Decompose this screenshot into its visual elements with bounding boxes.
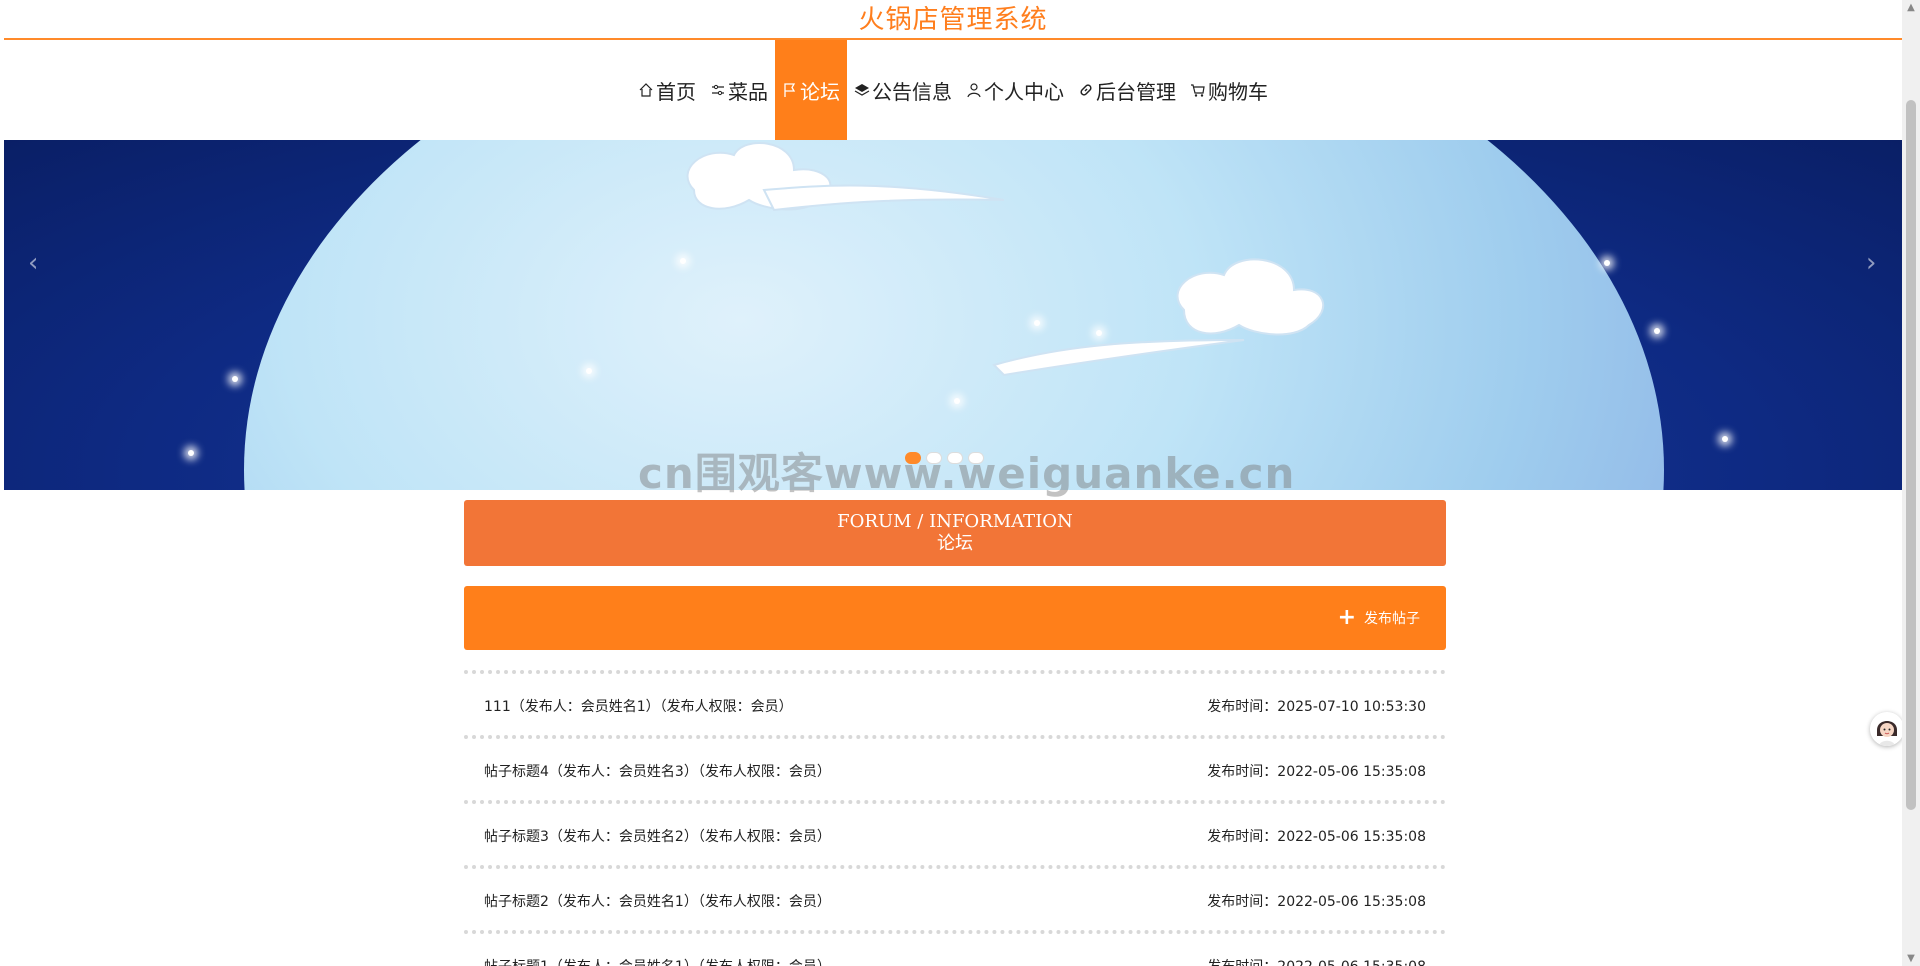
post-title[interactable]: 帖子标题1（发布人：会员姓名1）（发布人权限：会员）	[484, 956, 831, 966]
publish-post-button[interactable]: + 发布帖子	[1337, 605, 1420, 630]
main-nav: 首页 菜品 论坛 公告信息 个人中心 后台管理 购物车	[4, 40, 1902, 140]
link-icon	[1078, 82, 1094, 98]
star-decoration	[1096, 330, 1102, 336]
post-time: 发布时间：2025-07-10 10:53:30	[1207, 699, 1426, 715]
carousel-next-arrow[interactable]: ›	[1866, 248, 1876, 278]
nav-item-label: 论坛	[800, 79, 840, 104]
post-title[interactable]: 帖子标题4（发布人：会员姓名3）（发布人权限：会员）	[484, 761, 831, 781]
nav-item-admin[interactable]: 后台管理	[1071, 40, 1183, 140]
list-item[interactable]: 帖子标题4（发布人：会员姓名3）（发布人权限：会员） 发布时间：2022-05-…	[464, 735, 1446, 800]
nav-item-cart[interactable]: 购物车	[1183, 40, 1275, 140]
avatar-face-icon	[1870, 712, 1902, 746]
nav-item-label: 公告信息	[872, 79, 952, 104]
star-decoration	[232, 376, 238, 382]
user-icon	[966, 82, 982, 98]
post-title[interactable]: 帖子标题3（发布人：会员姓名2）（发布人权限：会员）	[484, 826, 831, 846]
action-bar: + 发布帖子	[464, 586, 1446, 650]
plus-icon: +	[1337, 605, 1356, 630]
section-title-en: FORUM / INFORMATION	[837, 511, 1073, 532]
nav-item-label: 购物车	[1208, 79, 1268, 104]
scroll-up-icon[interactable]: ▲	[1906, 2, 1916, 13]
nav-item-label: 后台管理	[1096, 79, 1176, 104]
list-item[interactable]: 帖子标题1（发布人：会员姓名1）（发布人权限：会员） 发布时间：2022-05-…	[464, 930, 1446, 966]
scroll-down-icon[interactable]: ▼	[1906, 953, 1916, 964]
cloud-decoration	[686, 142, 1325, 377]
page: 火锅店管理系统 首页 菜品 论坛 公告信息 个人中心 后台管理 购物车 ‹ › …	[0, 0, 1920, 966]
cart-icon	[1190, 82, 1206, 98]
post-title[interactable]: 帖子标题2（发布人：会员姓名1）（发布人权限：会员）	[484, 891, 831, 911]
nav-item-label: 个人中心	[984, 79, 1064, 104]
nav-item-label: 首页	[656, 79, 696, 104]
nav-item-forum[interactable]: 论坛	[775, 40, 847, 140]
post-time: 发布时间：2022-05-06 15:35:08	[1207, 894, 1426, 910]
list-item[interactable]: 111（发布人：会员姓名1）（发布人权限：会员） 发布时间：2025-07-10…	[464, 670, 1446, 735]
post-time: 发布时间：2022-05-06 15:35:08	[1207, 764, 1426, 780]
section-title-cn: 论坛	[937, 533, 973, 554]
banner-carousel: ‹ ›	[4, 140, 1902, 490]
section-header: FORUM / INFORMATION 论坛	[464, 500, 1446, 566]
post-time: 发布时间：2022-05-06 15:35:08	[1207, 956, 1426, 966]
star-decoration	[586, 368, 592, 374]
star-decoration	[1654, 328, 1660, 334]
nav-item-dishes[interactable]: 菜品	[703, 40, 775, 140]
assistant-avatar[interactable]	[1870, 712, 1902, 746]
top-title-bar: 火锅店管理系统	[4, 0, 1902, 40]
watermark-text: cn围观客www.weiguanke.cn	[638, 449, 1296, 498]
star-decoration	[1034, 320, 1040, 326]
publish-post-label: 发布帖子	[1364, 611, 1420, 627]
star-decoration	[1722, 436, 1728, 442]
nav-item-label: 菜品	[728, 79, 768, 104]
nav-item-home[interactable]: 首页	[631, 40, 703, 140]
app-title: 火锅店管理系统	[858, 5, 1048, 35]
list-item[interactable]: 帖子标题2（发布人：会员姓名1）（发布人权限：会员） 发布时间：2022-05-…	[464, 865, 1446, 930]
home-icon	[638, 82, 654, 98]
nav-item-notices[interactable]: 公告信息	[847, 40, 959, 140]
layers-icon	[854, 82, 870, 98]
nav-item-profile[interactable]: 个人中心	[959, 40, 1071, 140]
list-item[interactable]: 帖子标题3（发布人：会员姓名2）（发布人权限：会员） 发布时间：2022-05-…	[464, 800, 1446, 865]
post-time: 发布时间：2022-05-06 15:35:08	[1207, 829, 1426, 845]
post-title[interactable]: 111（发布人：会员姓名1）（发布人权限：会员）	[484, 696, 793, 716]
post-list: 111（发布人：会员姓名1）（发布人权限：会员） 发布时间：2025-07-10…	[464, 670, 1446, 966]
star-decoration	[954, 398, 960, 404]
main-frame: 火锅店管理系统 首页 菜品 论坛 公告信息 个人中心 后台管理 购物车 ‹ › …	[4, 0, 1902, 966]
star-decoration	[1604, 260, 1610, 266]
carousel-prev-arrow[interactable]: ‹	[28, 248, 38, 278]
vertical-scrollbar[interactable]: ▲ ▼	[1902, 0, 1920, 966]
flag-icon	[782, 82, 798, 98]
scrollbar-thumb[interactable]	[1906, 100, 1916, 810]
star-decoration	[680, 258, 686, 264]
star-decoration	[188, 450, 194, 456]
sliders-icon	[710, 82, 726, 98]
